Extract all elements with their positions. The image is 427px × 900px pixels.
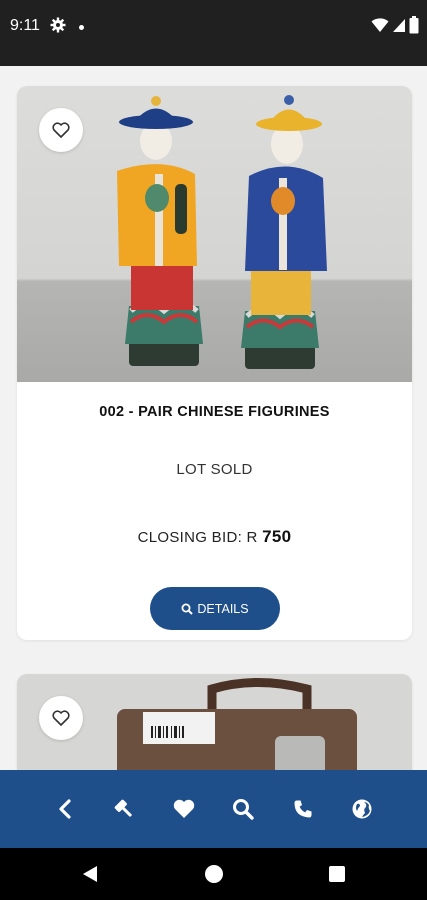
- lot-status: LOT SOLD: [176, 461, 253, 478]
- notification-dot-icon: [79, 25, 84, 30]
- lot-list[interactable]: 002 - PAIR CHINESE FIGURINES LOT SOLD CL…: [0, 66, 427, 770]
- gavel-icon: [114, 799, 132, 817]
- favorites-button[interactable]: [164, 789, 204, 829]
- globe-icon: [352, 799, 372, 819]
- call-button[interactable]: [283, 789, 323, 829]
- details-label: DETAILS: [197, 601, 249, 616]
- lot-card: 002 - PAIR CHINESE FIGURINES LOT SOLD CL…: [17, 86, 412, 640]
- lot-image[interactable]: [17, 86, 412, 382]
- auctions-button[interactable]: [104, 789, 144, 829]
- system-back-button[interactable]: [82, 865, 98, 888]
- gear-icon: [50, 17, 66, 38]
- signal-icon: [393, 19, 405, 32]
- lot-title[interactable]: 002 - PAIR CHINESE FIGURINES: [17, 404, 412, 420]
- phone-icon: [294, 800, 312, 818]
- wifi-icon: [371, 18, 389, 32]
- system-recents-button[interactable]: [329, 866, 345, 882]
- bottom-nav: [0, 770, 427, 848]
- search-button[interactable]: [223, 789, 263, 829]
- lot-card: [17, 674, 412, 770]
- heart-icon: [173, 799, 194, 818]
- heart-outline-icon: [52, 122, 70, 138]
- triangle-back-icon: [83, 866, 97, 882]
- back-icon: [59, 799, 71, 819]
- closing-bid-amount: 750: [262, 527, 292, 546]
- system-home-button[interactable]: [205, 865, 223, 883]
- search-icon: [233, 799, 254, 820]
- battery-icon: [409, 16, 419, 34]
- system-nav-bar: [0, 848, 427, 900]
- details-button[interactable]: DETAILS: [150, 587, 280, 630]
- status-time: 9:11: [10, 17, 40, 34]
- closing-bid: CLOSING BID: R 750: [17, 527, 412, 547]
- search-icon: [181, 603, 194, 615]
- lot-image[interactable]: [17, 674, 412, 770]
- status-bar: 9:11: [0, 0, 427, 66]
- heart-outline-icon: [52, 710, 70, 726]
- back-button[interactable]: [45, 789, 85, 829]
- website-button[interactable]: [342, 789, 382, 829]
- favorite-button[interactable]: [39, 696, 83, 740]
- status-icons: [371, 16, 419, 34]
- closing-bid-label: CLOSING BID: R: [137, 529, 258, 546]
- favorite-button[interactable]: [39, 108, 83, 152]
